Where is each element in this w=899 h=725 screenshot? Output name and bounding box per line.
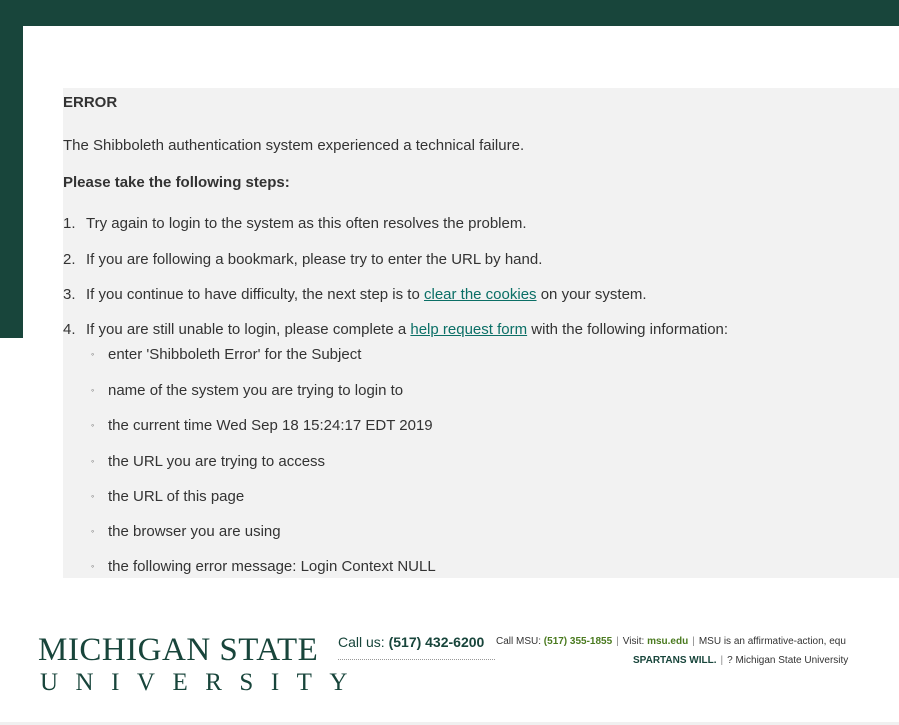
side-band <box>0 26 23 338</box>
separator: | <box>720 655 724 666</box>
step-text-after: with the following information: <box>527 321 729 338</box>
error-title: ERROR <box>63 94 118 111</box>
visit-label: Visit: <box>622 636 648 647</box>
visit-text: Visit: msu.edu <box>623 636 688 647</box>
step-number: 1. <box>63 215 76 232</box>
step-text: Try again to login to the system as this… <box>86 215 527 232</box>
info-list-item: ◦ the current time Wed Sep 18 15:24:17 ED… <box>91 417 433 434</box>
info-list-item: ◦ the following error message: Login Cont… <box>91 558 436 575</box>
clear-cookies-link[interactable]: clear the cookies <box>424 286 537 303</box>
copyright-text: ? Michigan State University <box>727 655 849 666</box>
bullet-icon: ◦ <box>91 526 95 536</box>
step-text: If you are still unable to login, please… <box>86 321 411 338</box>
call-us-underline <box>338 659 495 660</box>
info-item-text: the URL you are trying to access <box>108 453 326 470</box>
affirmative-action-text: MSU is an affirmative-action, equ <box>698 636 846 647</box>
call-msu-label: Call MSU: <box>496 636 544 647</box>
info-list-item: ◦ name of the system you are trying to lo… <box>91 382 403 399</box>
info-item-text: the current time Wed Sep 18 15:24:17 EDT… <box>108 417 433 434</box>
footer-bottom-line: SPARTANS WILL. |? Michigan State Universi… <box>633 655 848 666</box>
error-message: The Shibboleth authentication system exp… <box>63 137 525 154</box>
info-item-text: name of the system you are trying to log… <box>108 382 404 399</box>
info-item-text: the URL of this page <box>108 488 245 505</box>
call-us-label: Call us: <box>338 634 389 650</box>
logo-wordmark-top: MICHIGAN STATE <box>38 632 319 668</box>
steps-heading: Please take the following steps: <box>63 174 290 191</box>
step-number: 3. <box>63 286 76 303</box>
info-list-item: ◦ the browser you are using <box>91 523 281 540</box>
info-item-text: enter 'Shibboleth Error' for the Subject <box>108 346 362 363</box>
step-text: If you are following a bookmark, please … <box>86 251 543 268</box>
footer-contact-line: Call MSU: (517) 355-1855 | Visit: msu.edu |… <box>496 636 846 647</box>
info-list-item: ◦ enter 'Shibboleth Error' for the Subjec… <box>91 346 361 363</box>
separator: | <box>616 636 619 647</box>
call-us: Call us: (517) 432-6200 <box>338 634 484 650</box>
call-msu-number[interactable]: (517) 355-1855 <box>544 636 612 647</box>
step-text-after: on your system. <box>536 286 647 303</box>
step-item: 3. If you continue to have difficulty, th… <box>63 286 647 303</box>
call-us-number[interactable]: (517) 432-6200 <box>389 634 485 650</box>
step-text: If you continue to have difficulty, the … <box>86 286 424 303</box>
bullet-icon: ◦ <box>91 420 95 430</box>
info-list-item: ◦ the URL of this page <box>91 488 244 505</box>
bullet-icon: ◦ <box>91 491 95 501</box>
info-item-text: the browser you are using <box>108 523 281 540</box>
logo-wordmark-bottom: UNIVERSITY <box>40 669 365 696</box>
msu-logo[interactable]: MICHIGAN STATE UNIVERSITY <box>38 632 365 698</box>
step-number: 2. <box>63 251 76 268</box>
help-request-form-link[interactable]: help request form <box>410 321 527 338</box>
bullet-icon: ◦ <box>91 349 95 359</box>
step-number: 4. <box>63 321 76 338</box>
info-item-text: the following error message: Login Conte… <box>108 558 436 575</box>
separator: | <box>692 636 695 647</box>
msu-website-link[interactable]: msu.edu <box>647 636 688 647</box>
step-item: 1. Try again to login to the system as th… <box>63 215 527 232</box>
bullet-icon: ◦ <box>91 561 95 571</box>
header-band <box>0 0 899 26</box>
step-item: 2. If you are following a bookmark, pleas… <box>63 251 542 268</box>
spartans-will-tagline: SPARTANS WILL. <box>633 655 717 666</box>
info-list-item: ◦ the URL you are trying to access <box>91 453 325 470</box>
bullet-icon: ◦ <box>91 385 95 395</box>
bullet-icon: ◦ <box>91 456 95 466</box>
step-item: 4. If you are still unable to login, plea… <box>63 321 728 338</box>
